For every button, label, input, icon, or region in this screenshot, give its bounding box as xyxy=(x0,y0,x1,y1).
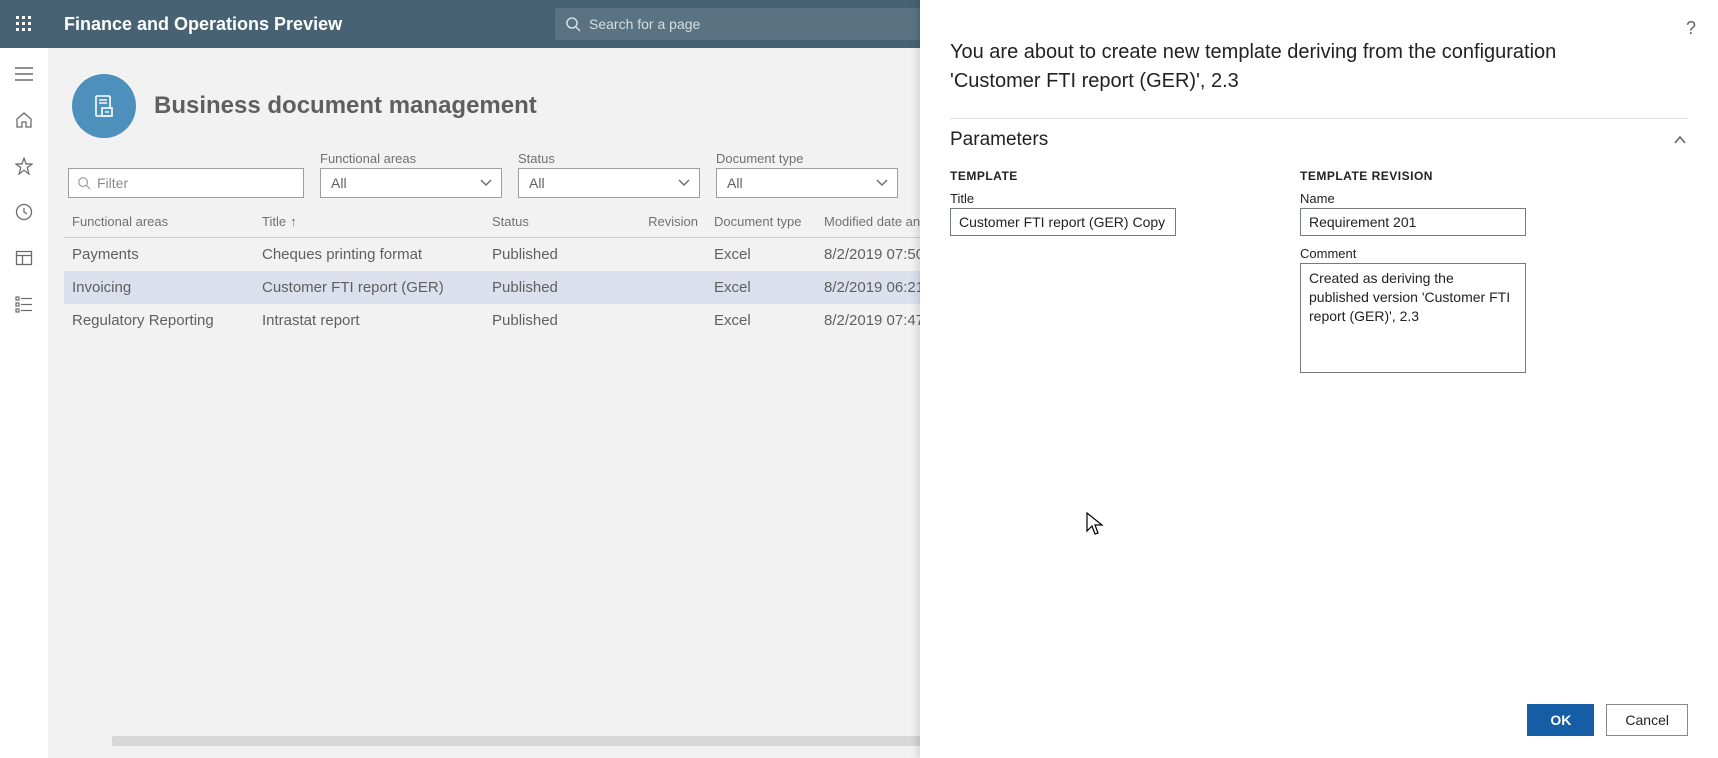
functional-areas-combo[interactable]: All xyxy=(320,168,502,198)
left-rail xyxy=(0,48,48,758)
parameters-title: Parameters xyxy=(950,129,1048,151)
side-panel: ? You are about to create new template d… xyxy=(920,0,1718,758)
col-status[interactable]: Status xyxy=(484,206,634,238)
waffle-icon[interactable] xyxy=(0,0,48,48)
status-combo[interactable]: All xyxy=(518,168,700,198)
page-title: Business document management xyxy=(154,92,537,120)
help-icon[interactable]: ? xyxy=(1686,18,1696,39)
title-label: Title xyxy=(950,191,1220,206)
rail-modules-icon[interactable] xyxy=(10,290,38,318)
col-title[interactable]: Title↑ xyxy=(254,206,484,238)
chevron-up-icon xyxy=(1672,132,1688,148)
sort-asc-icon: ↑ xyxy=(290,214,297,229)
chevron-down-icon xyxy=(677,176,691,190)
status-label: Status xyxy=(518,151,700,166)
cancel-button[interactable]: Cancel xyxy=(1606,704,1688,736)
document-type-combo[interactable]: All xyxy=(716,168,898,198)
name-label: Name xyxy=(1300,191,1570,206)
template-group-label: TEMPLATE xyxy=(950,169,1220,183)
app-title: Finance and Operations Preview xyxy=(64,14,342,35)
revision-group-label: TEMPLATE REVISION xyxy=(1300,169,1570,183)
document-type-label: Document type xyxy=(716,151,898,166)
search-icon xyxy=(77,176,91,190)
col-document-type[interactable]: Document type xyxy=(706,206,816,238)
filter-input[interactable]: Filter xyxy=(68,168,304,198)
template-column: TEMPLATE Title xyxy=(950,169,1220,386)
search-icon xyxy=(565,16,581,32)
rail-home-icon[interactable] xyxy=(10,106,38,134)
panel-footer: OK Cancel xyxy=(1527,704,1688,736)
functional-areas-label: Functional areas xyxy=(320,151,502,166)
comment-field[interactable] xyxy=(1300,263,1526,373)
page-icon xyxy=(72,74,136,138)
form-grid: TEMPLATE Title TEMPLATE REVISION Name Co… xyxy=(950,169,1688,386)
title-field[interactable] xyxy=(950,208,1176,236)
ok-button[interactable]: OK xyxy=(1527,704,1594,736)
rail-recent-icon[interactable] xyxy=(10,198,38,226)
chevron-down-icon xyxy=(875,176,889,190)
document-type-value: All xyxy=(727,175,743,191)
name-field[interactable] xyxy=(1300,208,1526,236)
filter-placeholder: Filter xyxy=(97,175,128,191)
panel-message: You are about to create new template der… xyxy=(950,38,1688,96)
rail-favorites-icon[interactable] xyxy=(10,152,38,180)
revision-column: TEMPLATE REVISION Name Comment xyxy=(1300,169,1570,386)
rail-hamburger-icon[interactable] xyxy=(10,60,38,88)
comment-label: Comment xyxy=(1300,246,1570,261)
chevron-down-icon xyxy=(479,176,493,190)
col-functional-areas[interactable]: Functional areas xyxy=(64,206,254,238)
functional-areas-value: All xyxy=(331,175,347,191)
parameters-section-header[interactable]: Parameters xyxy=(950,129,1688,151)
panel-separator xyxy=(950,118,1688,119)
rail-workspaces-icon[interactable] xyxy=(10,244,38,272)
col-revision[interactable]: Revision xyxy=(634,206,706,238)
status-value: All xyxy=(529,175,545,191)
